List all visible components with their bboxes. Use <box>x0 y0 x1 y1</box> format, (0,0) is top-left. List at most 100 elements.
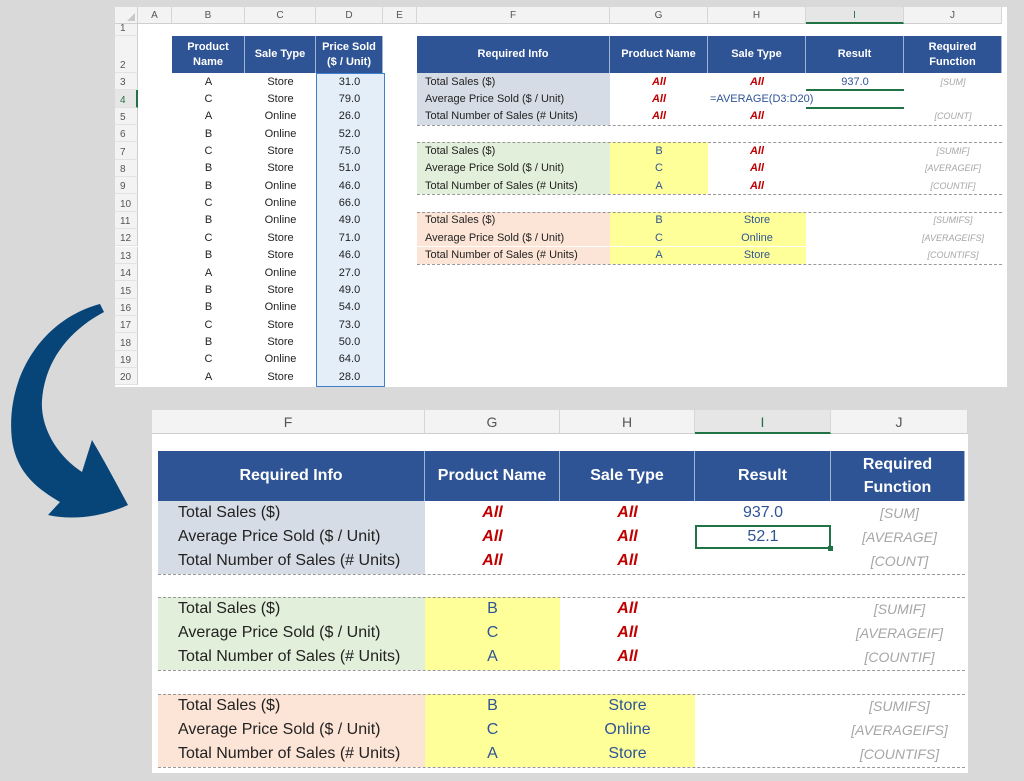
data-header-product-name[interactable]: Product Name <box>172 36 245 73</box>
sale-type-criteria-cell[interactable]: All <box>560 525 695 549</box>
row-header-1[interactable]: 1 <box>115 23 138 36</box>
sale-type-cell[interactable]: Store <box>245 281 316 298</box>
column-header-a[interactable]: A <box>138 7 172 24</box>
sale-type-cell[interactable]: Store <box>245 90 316 107</box>
column-header-h[interactable]: H <box>560 410 695 434</box>
product-criteria-cell[interactable]: B <box>610 142 708 160</box>
price-cell[interactable]: 50.0 <box>316 333 383 350</box>
row-header-11[interactable]: 11 <box>115 211 138 230</box>
row-header-3[interactable]: 3 <box>115 73 138 91</box>
row-header-16[interactable]: 16 <box>115 298 138 316</box>
sale-type-cell[interactable]: Online <box>245 108 316 125</box>
sale-type-cell[interactable]: Online <box>245 194 316 211</box>
product-criteria-cell[interactable]: C <box>610 159 708 178</box>
selected-result-cell[interactable]: 52.1 <box>695 525 831 550</box>
required-info-cell[interactable]: Total Number of Sales (# Units) <box>158 549 425 574</box>
column-header-d[interactable]: D <box>316 7 383 24</box>
required-info-cell[interactable]: Total Number of Sales (# Units) <box>417 246 610 264</box>
summary-header-product-name[interactable]: Product Name <box>610 36 708 73</box>
sale-type-cell[interactable]: Store <box>245 160 316 177</box>
product-cell[interactable]: C <box>172 194 245 211</box>
product-cell[interactable]: C <box>172 351 245 368</box>
price-cell[interactable]: 46.0 <box>316 177 383 194</box>
summary-header-required-function[interactable]: Required Function <box>831 451 965 501</box>
price-cell[interactable]: 51.0 <box>316 160 383 177</box>
product-cell[interactable]: A <box>172 264 245 281</box>
column-header-e[interactable]: E <box>383 7 417 24</box>
sale-type-cell[interactable]: Online <box>245 264 316 281</box>
sale-type-criteria-cell[interactable]: Store <box>560 742 695 767</box>
data-header-price-sold[interactable]: Price Sold ($ / Unit) <box>316 36 383 73</box>
product-criteria-cell[interactable]: All <box>425 549 560 573</box>
summary-header-result[interactable]: Result <box>695 451 831 501</box>
sale-type-cell[interactable]: Store <box>245 333 316 350</box>
required-info-cell[interactable]: Average Price Sold ($ / Unit) <box>158 525 425 550</box>
sale-type-criteria-cell[interactable]: All <box>560 645 695 669</box>
result-cell[interactable] <box>806 229 904 246</box>
result-cell[interactable] <box>695 597 831 621</box>
required-info-cell[interactable]: Total Number of Sales (# Units) <box>417 107 610 126</box>
product-cell[interactable]: A <box>172 108 245 125</box>
sale-type-cell[interactable]: Store <box>245 316 316 333</box>
row-header-4[interactable]: 4 <box>115 90 138 108</box>
column-header-f[interactable]: F <box>417 7 610 24</box>
summary-header-sale-type[interactable]: Sale Type <box>708 36 806 73</box>
sale-type-cell[interactable]: Online <box>245 177 316 194</box>
result-cell[interactable] <box>806 247 904 264</box>
summary-header-result[interactable]: Result <box>806 36 904 73</box>
result-cell[interactable] <box>695 549 831 573</box>
sale-type-criteria-cell[interactable]: All <box>560 549 695 573</box>
product-cell[interactable]: C <box>172 229 245 246</box>
row-header-12[interactable]: 12 <box>115 229 138 247</box>
product-criteria-cell[interactable]: A <box>610 177 708 195</box>
result-cell[interactable] <box>806 212 904 229</box>
sale-type-criteria-cell[interactable]: All <box>560 501 695 525</box>
product-cell[interactable]: A <box>172 368 245 385</box>
row-header-15[interactable]: 15 <box>115 281 138 299</box>
result-cell[interactable] <box>695 718 831 742</box>
row-header-6[interactable]: 6 <box>115 125 138 143</box>
column-header-i[interactable]: I <box>806 7 904 24</box>
sale-type-criteria-cell[interactable]: Online <box>708 229 806 247</box>
required-info-cell[interactable]: Total Sales ($) <box>158 501 425 526</box>
required-info-cell[interactable]: Total Number of Sales (# Units) <box>158 742 425 767</box>
sale-type-criteria-cell[interactable]: Online <box>560 718 695 743</box>
product-cell[interactable]: A <box>172 73 245 90</box>
product-cell[interactable]: B <box>172 333 245 350</box>
product-cell[interactable]: B <box>172 125 245 142</box>
product-cell[interactable]: B <box>172 160 245 177</box>
required-info-cell[interactable]: Total Sales ($) <box>417 73 610 91</box>
price-cell[interactable]: 66.0 <box>316 194 383 211</box>
row-header-10[interactable]: 10 <box>115 194 138 212</box>
result-cell[interactable] <box>695 694 831 718</box>
row-header-20[interactable]: 20 <box>115 367 138 386</box>
result-cell[interactable]: 937.0 <box>806 73 904 90</box>
product-criteria-cell[interactable]: All <box>610 73 708 90</box>
product-criteria-cell[interactable]: B <box>425 694 560 719</box>
result-cell[interactable] <box>695 621 831 645</box>
required-info-cell[interactable]: Average Price Sold ($ / Unit) <box>158 718 425 743</box>
summary-header-product-name[interactable]: Product Name <box>425 451 560 501</box>
product-criteria-cell[interactable]: B <box>610 211 708 230</box>
product-criteria-cell[interactable]: A <box>610 246 708 264</box>
product-criteria-cell[interactable]: All <box>610 108 708 125</box>
summary-header-required-function[interactable]: Required Function <box>904 36 1002 73</box>
sale-type-cell[interactable]: Online <box>245 212 316 229</box>
price-cell[interactable]: 71.0 <box>316 229 383 246</box>
required-info-cell[interactable]: Total Sales ($) <box>158 597 425 622</box>
sale-type-cell[interactable]: Store <box>245 229 316 246</box>
sale-type-criteria-cell[interactable]: All <box>708 73 806 90</box>
price-cell[interactable]: 64.0 <box>316 351 383 368</box>
row-header-9[interactable]: 9 <box>115 177 138 195</box>
product-criteria-cell[interactable]: All <box>425 501 560 525</box>
result-cell[interactable] <box>695 742 831 766</box>
result-cell[interactable] <box>806 177 904 194</box>
price-cell[interactable]: 49.0 <box>316 281 383 298</box>
row-header-17[interactable]: 17 <box>115 315 138 334</box>
product-cell[interactable]: B <box>172 212 245 229</box>
sale-type-criteria-cell[interactable]: Store <box>708 211 806 230</box>
column-header-b[interactable]: B <box>172 7 245 24</box>
row-header-7[interactable]: 7 <box>115 142 138 160</box>
sale-type-criteria-cell[interactable]: All <box>708 177 806 194</box>
price-cell[interactable]: 54.0 <box>316 299 383 316</box>
